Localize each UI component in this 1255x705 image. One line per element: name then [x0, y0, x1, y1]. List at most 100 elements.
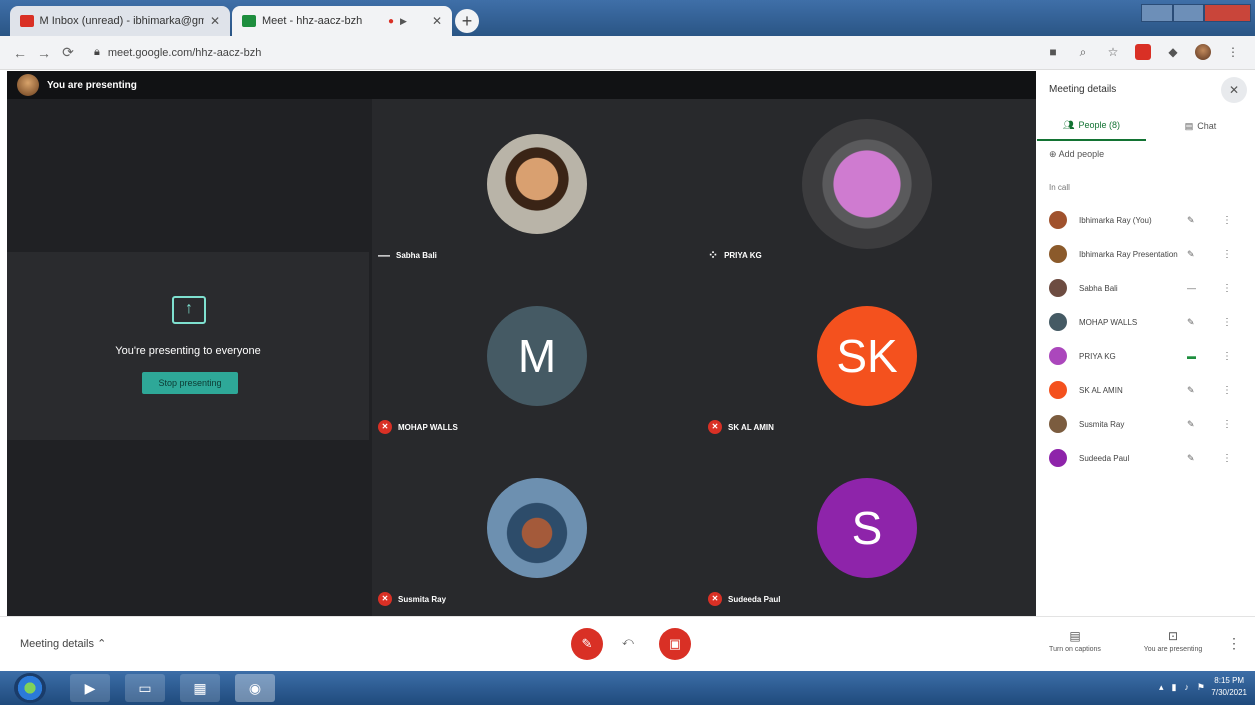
participant-name-label: PRIYA KG	[724, 250, 762, 260]
participant-tile[interactable]: M ✕ MOHAP WALLS	[372, 271, 702, 442]
participant-tile[interactable]: SK ✕ SK AL AMIN	[702, 271, 1032, 442]
list-item[interactable]: PRIYA KG ▬ ⋮	[1037, 339, 1255, 373]
present-icon: ⊡	[1167, 629, 1179, 643]
leave-call-button[interactable]: ⤺	[622, 636, 634, 649]
tab-chat[interactable]: ▤ Chat	[1146, 111, 1255, 141]
participant-tile[interactable]: ⁘ PRIYA KG	[702, 99, 1032, 270]
star-icon[interactable]: ☆	[1105, 44, 1121, 60]
participant-tile[interactable]: S ✕ Sudeeda Paul	[702, 443, 1032, 614]
avatar	[1049, 313, 1067, 331]
participant-tile[interactable]: — Sabha Bali	[372, 99, 702, 270]
profile-avatar[interactable]	[1195, 44, 1211, 60]
participant-tile[interactable]: ✕ Susmita Ray	[372, 443, 702, 614]
chevron-up-icon: ⌃	[97, 638, 107, 650]
network-icon[interactable]: ▮	[1171, 682, 1176, 693]
chrome-icon[interactable]: ◉	[235, 674, 275, 702]
more-options-icon[interactable]: ⋮	[1222, 249, 1232, 260]
volume-icon[interactable]: ♪	[1184, 682, 1189, 693]
person-name: Ibhimarka Ray (You)	[1079, 215, 1152, 225]
panel-tabs: 👥︎ People (8) ▤ Chat	[1037, 111, 1255, 141]
close-tab-icon[interactable]: ✕	[210, 14, 220, 28]
close-panel-button[interactable]: ✕	[1221, 77, 1247, 103]
meeting-details-button[interactable]: Meeting details ⌃	[20, 637, 106, 650]
present-now-button[interactable]: ⊡ You are presenting	[1128, 629, 1218, 653]
show-hidden-icons-icon[interactable]: ▴	[1159, 682, 1164, 693]
add-people-button[interactable]: ⊕ Add people	[1049, 149, 1104, 160]
captions-button[interactable]: ▤ Turn on captions	[1030, 629, 1120, 653]
start-button[interactable]	[14, 673, 46, 703]
list-item[interactable]: Ibhimarka Ray (You) ✎ ⋮	[1037, 203, 1255, 237]
mic-off-icon: ✎	[581, 636, 593, 651]
panel-title: Meeting details	[1049, 84, 1117, 95]
camera-off-icon: ▣	[668, 636, 682, 651]
more-options-icon[interactable]: ⋮	[1222, 283, 1232, 294]
tab-people[interactable]: 👥︎ People (8)	[1037, 111, 1146, 141]
more-options-icon[interactable]: ⋮	[1222, 453, 1232, 464]
zoom-icon[interactable]: ⌕	[1075, 44, 1091, 60]
cast-icon: ▶	[400, 15, 407, 26]
camera-indicator-icon[interactable]: ■	[1045, 44, 1061, 60]
list-item[interactable]: Sudeeda Paul ✎ ⋮	[1037, 441, 1255, 475]
participant-name: ✕ SK AL AMIN	[708, 420, 774, 434]
camera-toggle-button[interactable]: ▣	[659, 628, 691, 660]
url-field[interactable]: 🔒︎ meet.google.com/hhz-aacz-bzh	[94, 40, 654, 66]
add-person-icon: ⊕	[1049, 149, 1057, 159]
close-tab-icon[interactable]: ✕	[432, 14, 442, 28]
flag-icon[interactable]: ⚑	[1197, 682, 1205, 693]
clock-time: 8:15 PM	[1214, 676, 1245, 685]
present-label: You are presenting	[1143, 646, 1203, 653]
avatar	[802, 119, 932, 249]
mic-off-icon: ✎	[1187, 418, 1195, 429]
avatar	[17, 74, 39, 96]
puzzle-icon[interactable]: ◆	[1165, 44, 1181, 60]
file-explorer-icon[interactable]: ▭	[125, 674, 165, 702]
close-window-button[interactable]	[1204, 4, 1252, 22]
person-name: Susmita Ray	[1079, 419, 1125, 429]
more-options-icon[interactable]: ⋮	[1222, 419, 1232, 430]
forward-icon[interactable]: →	[32, 45, 56, 61]
menu-dots-icon[interactable]: ⋮	[1225, 44, 1241, 60]
extension-icon[interactable]	[1135, 44, 1151, 60]
mic-off-icon: ✎	[1187, 316, 1195, 327]
person-name: MOHAP WALLS	[1079, 317, 1138, 327]
maximize-button[interactable]	[1172, 4, 1205, 22]
list-item[interactable]: Susmita Ray ✎ ⋮	[1037, 407, 1255, 441]
audio-level-icon: —	[1187, 283, 1196, 293]
stop-presenting-button[interactable]: Stop presenting	[142, 372, 238, 394]
list-item[interactable]: SK AL AMIN ✎ ⋮	[1037, 373, 1255, 407]
reload-icon[interactable]: ⟳	[56, 44, 80, 61]
more-options-icon[interactable]: ⋮	[1222, 317, 1232, 328]
media-player-icon[interactable]: ▶	[70, 674, 110, 702]
captions-icon: ▤	[1069, 629, 1081, 643]
mic-off-icon: ✎	[1187, 384, 1195, 395]
person-name: Sudeeda Paul	[1079, 453, 1130, 463]
more-options-icon[interactable]: ⋮	[1222, 385, 1232, 396]
recording-dot-icon: ●	[388, 15, 395, 27]
participant-name: ✕ Susmita Ray	[378, 592, 446, 606]
excel-icon[interactable]: ▦	[180, 674, 220, 702]
new-tab-button[interactable]: +	[455, 9, 479, 33]
mic-off-icon: ✕	[708, 592, 722, 606]
more-options-icon[interactable]: ⋮	[1227, 635, 1241, 652]
tab-gmail[interactable]: M Inbox (unread) - ibhimarka@gmail.com ✕	[10, 6, 230, 36]
avatar	[487, 134, 587, 234]
list-item[interactable]: Sabha Bali — ⋮	[1037, 271, 1255, 305]
list-item[interactable]: Ibhimarka Ray Presentation ✎ ⋮	[1037, 237, 1255, 271]
mic-off-icon: ✎	[1187, 214, 1195, 225]
mic-toggle-button[interactable]: ✎	[571, 628, 603, 660]
back-icon[interactable]: ←	[8, 45, 32, 61]
minimize-button[interactable]	[1141, 4, 1173, 22]
browser-tab-bar: M Inbox (unread) - ibhimarka@gmail.com ✕…	[0, 0, 1255, 36]
window-controls	[1141, 4, 1252, 22]
tab-meet[interactable]: Meet - hhz-aacz-bzh ● ▶ ✕	[232, 6, 452, 36]
list-item[interactable]: MOHAP WALLS ✎ ⋮	[1037, 305, 1255, 339]
more-options-icon[interactable]: ⋮	[1222, 351, 1232, 362]
people-icon: 👥︎	[1063, 119, 1075, 130]
pin-icon[interactable]: ⋮	[1222, 215, 1232, 226]
participant-name-label: MOHAP WALLS	[398, 422, 458, 432]
present-screen-icon: ↑	[172, 296, 206, 324]
clock[interactable]: 8:15 PM 7/30/2021	[1211, 675, 1247, 699]
avatar	[487, 478, 587, 578]
in-call-heading: In call	[1049, 183, 1070, 192]
lock-icon: 🔒︎	[94, 46, 100, 58]
